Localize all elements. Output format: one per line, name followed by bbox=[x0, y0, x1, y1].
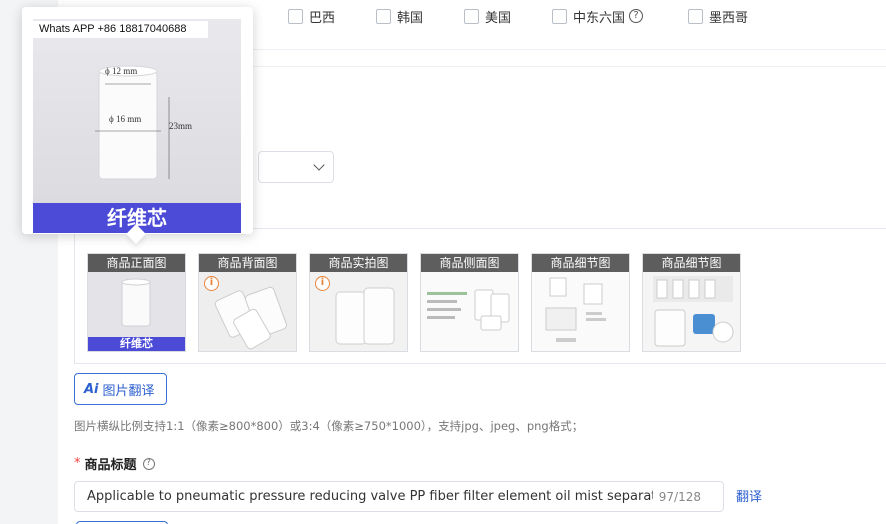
image-caption: 商品侧面图 bbox=[421, 254, 518, 272]
image-translate-button[interactable]: Ai 图片翻译 bbox=[74, 373, 167, 405]
checkbox-gcc[interactable]: 中东六国 ? bbox=[552, 7, 644, 26]
checkbox-label: 韩国 bbox=[397, 10, 424, 26]
checkbox-box[interactable] bbox=[288, 8, 303, 24]
image-caption: 商品正面图 bbox=[88, 254, 185, 272]
checkbox-brazil[interactable]: 巴西 bbox=[288, 7, 336, 26]
checkbox-label: 墨西哥 bbox=[709, 10, 749, 26]
required-mark: * bbox=[74, 456, 81, 471]
product-image-strip: 商品正面图 纤维芯 商品背面图 i 商品实拍图 i 商品侧面图 商品细节图 商品… bbox=[74, 228, 886, 364]
ai-icon: Ai bbox=[84, 381, 99, 397]
image-caption: 商品实拍图 bbox=[310, 254, 407, 272]
translate-link[interactable]: 翻译 bbox=[736, 486, 762, 505]
product-image-side[interactable]: 商品侧面图 bbox=[420, 253, 519, 352]
question-circle-icon[interactable]: ? bbox=[142, 457, 155, 470]
question-circle-icon[interactable]: ? bbox=[629, 9, 644, 23]
checkbox-box[interactable] bbox=[376, 8, 391, 24]
checkbox-korea[interactable]: 韩国 bbox=[376, 7, 424, 26]
image-format-hint: 图片横纵比例支持1:1（像素≥800*800）或3:4（像素≥750*1000）… bbox=[74, 419, 584, 433]
dimension-height: 23mm bbox=[169, 121, 193, 131]
checkbox-box[interactable] bbox=[552, 8, 567, 24]
product-title-label-text: 商品标题 bbox=[84, 458, 137, 473]
chevron-down-icon bbox=[313, 159, 325, 171]
image-caption: 商品细节图 bbox=[532, 254, 629, 272]
checkbox-label: 巴西 bbox=[309, 10, 336, 26]
dropdown-select[interactable] bbox=[258, 151, 334, 183]
product-title-value[interactable]: Applicable to pneumatic pressure reducin… bbox=[87, 489, 653, 504]
checkbox-usa[interactable]: 美国 bbox=[464, 7, 512, 26]
checkbox-label: 中东六国 bbox=[573, 10, 626, 26]
product-image-detail-2[interactable]: 商品细节图 bbox=[642, 253, 741, 352]
image-translate-label: 图片翻译 bbox=[102, 383, 155, 399]
checkbox-box[interactable] bbox=[688, 8, 703, 24]
watermark-text: Whats APP +86 18817040688 bbox=[33, 21, 208, 38]
image-caption: 商品细节图 bbox=[643, 254, 740, 272]
product-image-detail-1[interactable]: 商品细节图 bbox=[531, 253, 630, 352]
product-title-input[interactable]: Applicable to pneumatic pressure reducin… bbox=[74, 481, 724, 512]
checkbox-box[interactable] bbox=[464, 8, 479, 24]
image-caption: 商品背面图 bbox=[199, 254, 296, 272]
checkbox-mexico[interactable]: 墨西哥 bbox=[688, 7, 749, 26]
info-circle-icon[interactable]: i bbox=[315, 276, 330, 291]
product-image-real[interactable]: 商品实拍图 i bbox=[309, 253, 408, 352]
dimension-top: ϕ 12 mm bbox=[105, 66, 138, 76]
checkbox-label: 美国 bbox=[485, 10, 512, 26]
char-counter: 97/128 bbox=[658, 490, 701, 504]
product-image-back[interactable]: 商品背面图 i bbox=[198, 253, 297, 352]
image-preview-popover: Whats APP +86 18817040688 ϕ 12 mm ϕ 16 m… bbox=[22, 7, 253, 244]
product-title-label: * 商品标题 ? bbox=[74, 454, 155, 473]
dimension-middle-value: 16 mm bbox=[116, 114, 142, 124]
info-circle-icon[interactable]: i bbox=[204, 276, 219, 291]
dimension-middle: ϕ 16 mm bbox=[109, 114, 142, 124]
dimension-top-value: 12 mm bbox=[112, 66, 138, 76]
preview-image: Whats APP +86 18817040688 ϕ 12 mm ϕ 16 m… bbox=[33, 19, 241, 233]
product-image-front[interactable]: 商品正面图 纤维芯 bbox=[87, 253, 186, 352]
image-bottom-label: 纤维芯 bbox=[88, 337, 185, 351]
